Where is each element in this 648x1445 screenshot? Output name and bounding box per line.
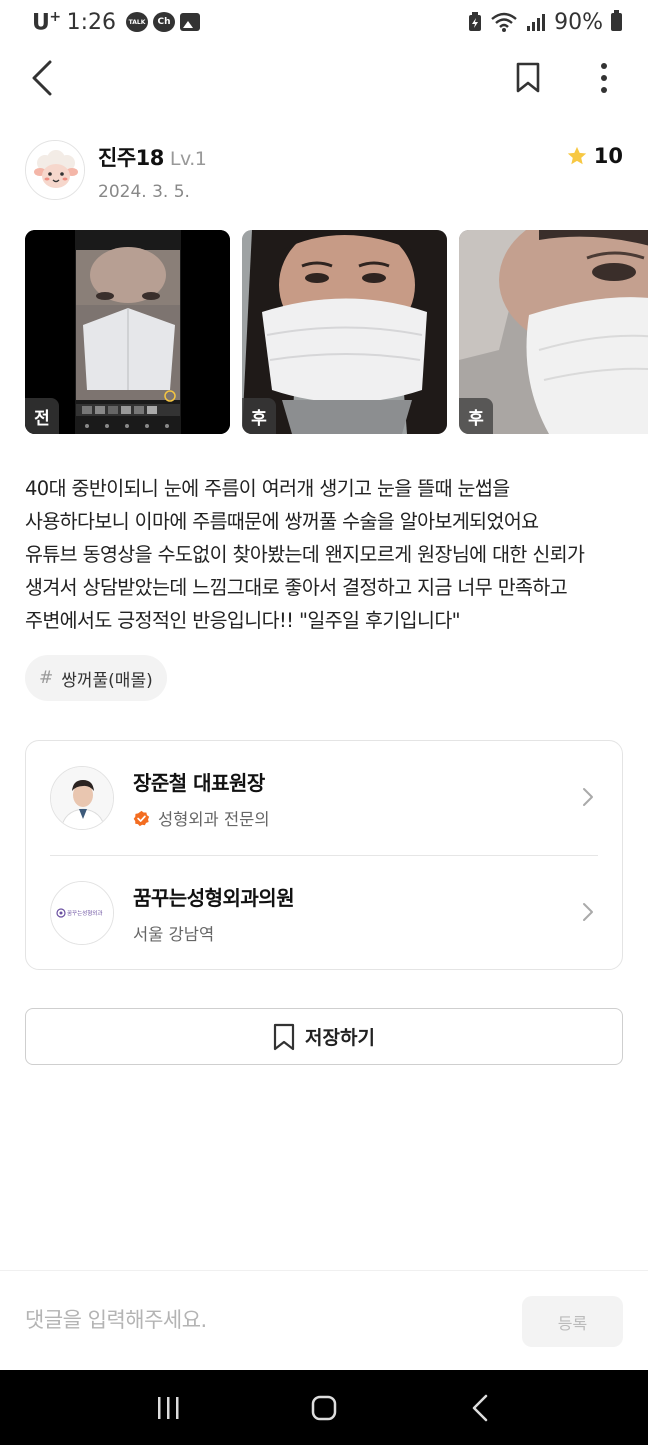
hospital-logo: 꿈꾸는성형외과 <box>50 881 114 945</box>
status-bar: U+ 1:26 TALK Ch 90% <box>0 0 648 44</box>
svg-text:꿈꾸는성형외과: 꿈꾸는성형외과 <box>67 909 102 917</box>
doctor-hospital-card: 장준철 대표원장 성형외과 전문의 꿈꾸는성형외과 꿈꾸는성형외과의원 서울 강… <box>25 740 623 970</box>
doctor-row[interactable]: 장준철 대표원장 성형외과 전문의 <box>26 741 622 856</box>
status-right: 90% <box>468 10 622 35</box>
channel-icon: Ch <box>153 12 176 32</box>
hospital-logo-icon: 꿈꾸는성형외과 <box>51 882 113 944</box>
back-button[interactable] <box>20 56 64 100</box>
rating: 10 <box>566 144 623 168</box>
photo-after-1[interactable]: 후 <box>242 230 447 434</box>
bookmark-icon <box>273 1023 295 1050</box>
review-date: 2024. 3. 5. <box>98 182 190 202</box>
more-button[interactable] <box>582 56 626 100</box>
save-button-label: 저장하기 <box>305 1027 375 1049</box>
save-button[interactable]: 저장하기 <box>25 1008 623 1065</box>
more-icon <box>601 63 607 93</box>
top-header <box>0 48 648 108</box>
doctor-specialty-label: 성형외과 전문의 <box>158 810 270 829</box>
battery-icon <box>611 10 622 31</box>
hospital-row[interactable]: 꿈꾸는성형외과 꿈꾸는성형외과의원 서울 강남역 <box>26 856 622 971</box>
doctor-avatar <box>50 766 114 830</box>
verified-badge-icon <box>133 810 150 826</box>
photo-before[interactable]: 전 <box>25 230 230 434</box>
system-back-button[interactable] <box>450 1378 510 1438</box>
recent-apps-button[interactable] <box>138 1378 198 1438</box>
photo-carousel[interactable]: 전 후 후 <box>25 230 648 435</box>
photo-after-2[interactable]: 후 <box>459 230 648 434</box>
notification-icons: TALK Ch <box>126 12 201 32</box>
system-nav-bar <box>0 1370 648 1445</box>
author-name: 진주18 Lv.1 <box>98 146 207 170</box>
bookmark-button[interactable] <box>506 56 550 100</box>
chevron-right-icon <box>583 788 593 806</box>
review-author: 진주18 Lv.1 2024. 3. 5. 10 <box>25 140 623 202</box>
hospital-location: 서울 강남역 <box>133 925 215 944</box>
signal-icon <box>527 14 546 31</box>
hashtag-chip[interactable]: # 쌍꺼풀(매몰) <box>25 655 167 701</box>
chevron-right-icon <box>583 903 593 921</box>
doctor-photo-icon <box>51 767 113 829</box>
hashtag-label: 쌍꺼풀(매몰) <box>61 670 153 691</box>
photo-tag-before: 전 <box>25 398 59 434</box>
author-level: Lv.1 <box>169 148 207 170</box>
hospital-name: 꿈꾸는성형외과의원 <box>133 886 295 910</box>
comment-input[interactable] <box>25 1295 495 1345</box>
home-icon <box>311 1395 337 1420</box>
rating-value: 10 <box>593 144 623 168</box>
sheep-avatar-icon <box>26 141 84 199</box>
home-button[interactable] <box>294 1378 354 1438</box>
hashtag-symbol: # <box>39 668 54 688</box>
carrier-label: U+ <box>32 8 61 36</box>
submit-comment-button[interactable]: 등록 <box>522 1296 623 1347</box>
doctor-specialty: 성형외과 전문의 <box>133 806 270 830</box>
photo-tag-after-2: 후 <box>459 398 493 434</box>
comment-bar: 등록 <box>0 1270 648 1370</box>
wifi-icon <box>491 12 517 32</box>
star-icon <box>567 146 586 165</box>
doctor-name: 장준철 대표원장 <box>133 771 265 795</box>
author-avatar[interactable] <box>25 140 85 200</box>
review-body: 40대 중반이되니 눈에 주름이 여러개 생기고 눈을 뜰때 눈썹을 사용하다보… <box>25 477 585 632</box>
photo-tag-after-1: 후 <box>242 398 276 434</box>
talk-icon: TALK <box>126 12 149 32</box>
back-icon <box>32 60 52 96</box>
bookmark-icon <box>516 62 540 93</box>
battery-saver-icon <box>469 12 482 31</box>
gallery-icon <box>180 13 201 31</box>
system-back-icon <box>472 1394 488 1421</box>
status-time: 1:26 <box>66 9 117 35</box>
battery-level: 90% <box>554 9 603 35</box>
recent-apps-icon <box>158 1396 179 1419</box>
